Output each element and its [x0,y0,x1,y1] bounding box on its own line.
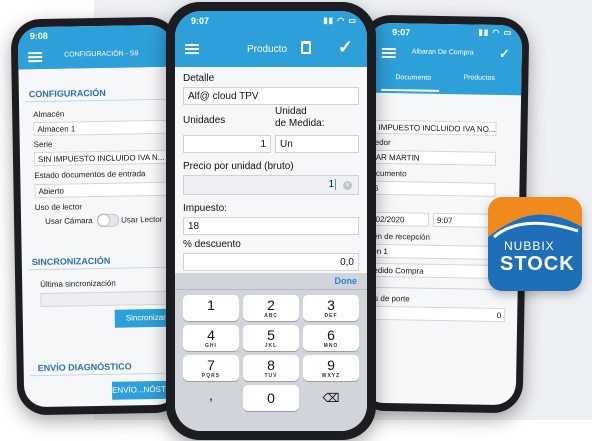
clear-icon[interactable]: × [343,181,352,190]
key-comma[interactable]: , [183,385,239,411]
center-navbar: Producto ✓ [175,35,367,63]
documento-field[interactable]: 66 [365,180,496,197]
lector-toggle[interactable] [96,213,120,228]
toggle-knob [97,214,110,226]
divider [24,98,173,103]
unidad-medida-label-line2: de Medida: [275,118,325,129]
logo-text-nubbix: NUBBIX [504,239,555,253]
menu-icon[interactable] [28,51,43,63]
center-statusbar: 9:07 ▮▮ ◠ ▭ [175,11,367,29]
signal-icon: ▮▮ ◠ ▭ [323,16,357,25]
logo-text-stock: STOCK [500,253,575,275]
menu-icon[interactable] [381,47,396,59]
nubbix-stock-logo: NUBBIX STOCK [488,197,582,291]
tab-documento[interactable]: Documento [395,74,431,82]
unidad-medida-field[interactable]: Un [275,135,359,153]
hora-field[interactable]: 9:07 [432,212,496,228]
estado-label: Estado documentos de entrada [34,169,146,181]
pedido-field[interactable]: Pedido Compra [363,262,495,279]
detalle-field[interactable]: Alf@ cloud TPV [183,87,359,105]
left-phone: 9:08 CONFIGURACIÓN - S9 CONFIGURACIÓN Al… [10,16,186,416]
ultima-sync-label: Última sincronización [40,278,116,290]
status-time: 9:08 [29,30,48,42]
key-5[interactable]: 5 JKL [243,325,299,351]
impuesto-label: Impuesto: [183,203,227,214]
estado-select[interactable]: Abierto [34,181,175,199]
keyboard-divider [175,289,367,290]
nav-title: Albaran De Compra [411,48,474,57]
menu-icon[interactable] [185,44,199,54]
detalle-label: Detalle [183,73,215,84]
done-button[interactable]: Done [335,276,358,286]
precio-field[interactable]: 1 [183,175,359,195]
right-navbar: Albaran De Compra ✓ [367,40,522,68]
check-icon[interactable]: ✓ [499,46,510,62]
section-sincronizacion: SINCRONIZACIÓN [31,255,111,268]
key-4[interactable]: 4 GHI [183,325,239,351]
key-8[interactable]: 8 TUV [243,355,299,381]
gastos-porte-field[interactable]: 0 [363,305,506,323]
serie-field[interactable]: N IMPUESTO INCLUIDO IVA NO... [366,119,497,136]
usar-lector-label: Usar Lector [120,214,163,225]
text-cursor [335,179,336,190]
nav-title: Producto [247,44,288,55]
trash-icon[interactable] [301,41,311,54]
divider [27,266,176,271]
tab-productos[interactable]: Productos [463,74,495,82]
status-time: 9:07 [191,16,210,26]
key-0[interactable]: 0 [243,385,299,411]
descuento-label: % descuento [183,239,241,250]
key-6[interactable]: 6 MNO [303,325,359,351]
status-time: 9:07 [392,27,411,38]
check-icon[interactable]: ✓ [338,37,353,58]
backspace-icon[interactable]: ⌫ [303,385,359,411]
ultima-sync-field [40,290,177,308]
unidades-label: Unidades [183,115,226,126]
descuento-field[interactable]: 0,0 [183,253,359,271]
precio-label: Precio por unidad (bruto) [183,161,294,172]
left-navbar: CONFIGURACIÓN - S9 [18,42,173,70]
impuesto-field[interactable]: 18 [183,217,359,235]
proveedor-field[interactable]: CAR MARTIN [365,149,497,166]
usar-camara-label: Usar Cámara [45,216,93,226]
unidad-medida-label-line1: Unidad [275,106,307,117]
divider [29,372,178,377]
serie-label: Serie [33,139,53,150]
center-screen: 9:07 ▮▮ ◠ ▭ Producto ✓ Detalle Alf@ clou… [175,11,367,431]
numeric-keyboard: Done 1 2 ABC 3 DEF 4 GHI 5 JKL 6 MNO 7 PQRS [175,273,367,431]
key-7[interactable]: 7 PQRS [183,355,239,381]
precio-value: 1 [328,179,334,191]
almacen-label: Almacén [33,109,65,120]
section-envio-diagnostico: ENVÍO DIAGNÓSTICO [37,361,132,374]
nav-title: CONFIGURACIÓN - S9 [64,50,139,59]
key-1[interactable]: 1 [183,295,239,321]
center-phone: 9:07 ▮▮ ◠ ▭ Producto ✓ Detalle Alf@ clou… [166,2,376,440]
section-configuracion: CONFIGURACIÓN [28,87,106,100]
serie-select[interactable]: SIN IMPUESTO INCLUIDO IVA N... [33,149,175,167]
key-9[interactable]: 9 WXYZ [303,355,359,381]
lector-label: Uso de lector [34,202,83,213]
almacen-field[interactable]: cen 1 [364,243,495,260]
signal-icon: ▮▮ ◠ ▭ [478,27,513,38]
key-3[interactable]: 3 DEF [303,295,359,321]
unidades-field[interactable]: 1 [183,135,271,153]
left-screen: 9:08 CONFIGURACIÓN - S9 CONFIGURACIÓN Al… [17,24,179,408]
almacen-select[interactable]: Almacen 1 [33,119,174,137]
key-2[interactable]: 2 ABC [243,295,299,321]
